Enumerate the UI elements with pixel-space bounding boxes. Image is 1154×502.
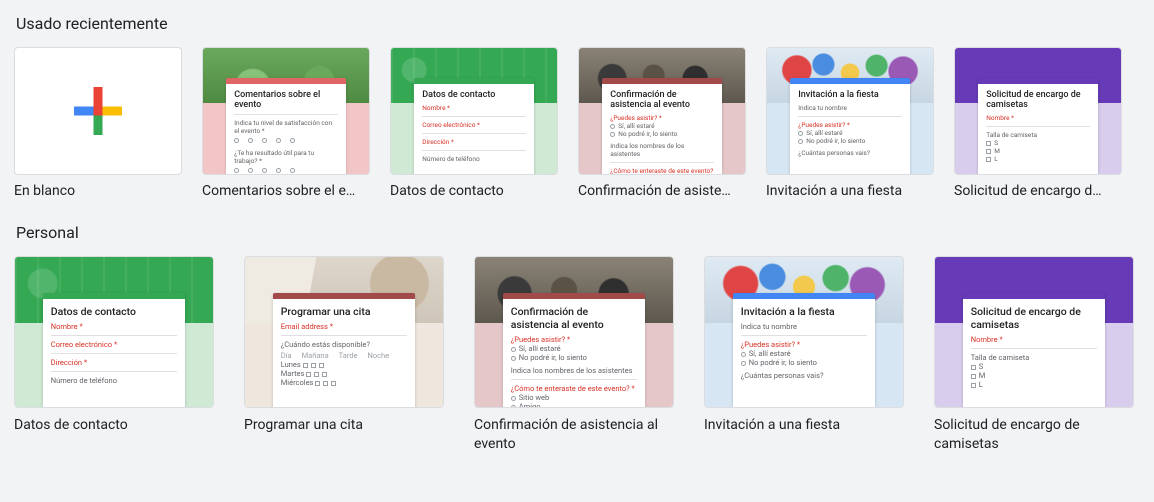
template-label: Programar una cita	[244, 416, 444, 435]
template-appointment[interactable]: Programar una cita Email address * ¿Cuán…	[244, 256, 444, 454]
template-thumb: Datos de contacto Nombre * Correo electr…	[390, 47, 558, 175]
template-tshirt[interactable]: Solicitud de encargo de camisetas Nombre…	[954, 47, 1122, 199]
personal-row: Datos de contacto Nombre * Correo electr…	[14, 256, 1140, 454]
template-thumb: Programar una cita Email address * ¿Cuán…	[244, 256, 444, 408]
template-label: Confirmación de asistencia al evento	[474, 416, 674, 454]
template-party[interactable]: Invitación a la fiesta Indica tu nombre …	[704, 256, 904, 454]
template-blank[interactable]: En blanco	[14, 47, 182, 199]
template-contact[interactable]: Datos de contacto Nombre * Correo electr…	[14, 256, 214, 454]
template-label: Confirmación de asiste…	[578, 183, 746, 199]
template-tshirt[interactable]: Solicitud de encargo de camisetas Nombre…	[934, 256, 1134, 454]
template-label: En blanco	[14, 183, 182, 199]
template-thumb: Confirmación de asistencia al evento ¿Pu…	[578, 47, 746, 175]
template-thumb: Datos de contacto Nombre * Correo electr…	[14, 256, 214, 408]
template-label: Datos de contacto	[390, 183, 558, 199]
template-thumb: Confirmación de asistencia al evento ¿Pu…	[474, 256, 674, 408]
template-feedback[interactable]: Comentarios sobre el evento Indica tu ni…	[202, 47, 370, 199]
template-thumb	[14, 47, 182, 175]
recent-row: En blanco Comentarios sobre el evento In…	[14, 47, 1140, 199]
template-label: Invitación a una fiesta	[704, 416, 904, 435]
template-label: Solicitud de encargo de camisetas	[934, 416, 1134, 454]
recent-title: Usado recientemente	[16, 14, 1140, 33]
template-label: Solicitud de encargo d…	[954, 183, 1122, 199]
template-thumb: Comentarios sobre el evento Indica tu ni…	[202, 47, 370, 175]
template-contact[interactable]: Datos de contacto Nombre * Correo electr…	[390, 47, 558, 199]
plus-icon	[15, 48, 181, 174]
template-label: Comentarios sobre el e…	[202, 183, 370, 199]
template-label: Invitación a una fiesta	[766, 183, 934, 199]
template-thumb: Solicitud de encargo de camisetas Nombre…	[934, 256, 1134, 408]
template-rsvp[interactable]: Confirmación de asistencia al evento ¿Pu…	[474, 256, 674, 454]
personal-section: Personal Datos de contacto Nombre * Corr…	[14, 223, 1140, 454]
template-thumb: Invitación a la fiesta Indica tu nombre …	[704, 256, 904, 408]
template-party[interactable]: Invitación a la fiesta Indica tu nombre …	[766, 47, 934, 199]
recent-section: Usado recientemente En blanco	[14, 14, 1140, 199]
template-rsvp[interactable]: Confirmación de asistencia al evento ¿Pu…	[578, 47, 746, 199]
personal-title: Personal	[16, 223, 1140, 242]
template-label: Datos de contacto	[14, 416, 214, 435]
template-thumb: Solicitud de encargo de camisetas Nombre…	[954, 47, 1122, 175]
template-thumb: Invitación a la fiesta Indica tu nombre …	[766, 47, 934, 175]
